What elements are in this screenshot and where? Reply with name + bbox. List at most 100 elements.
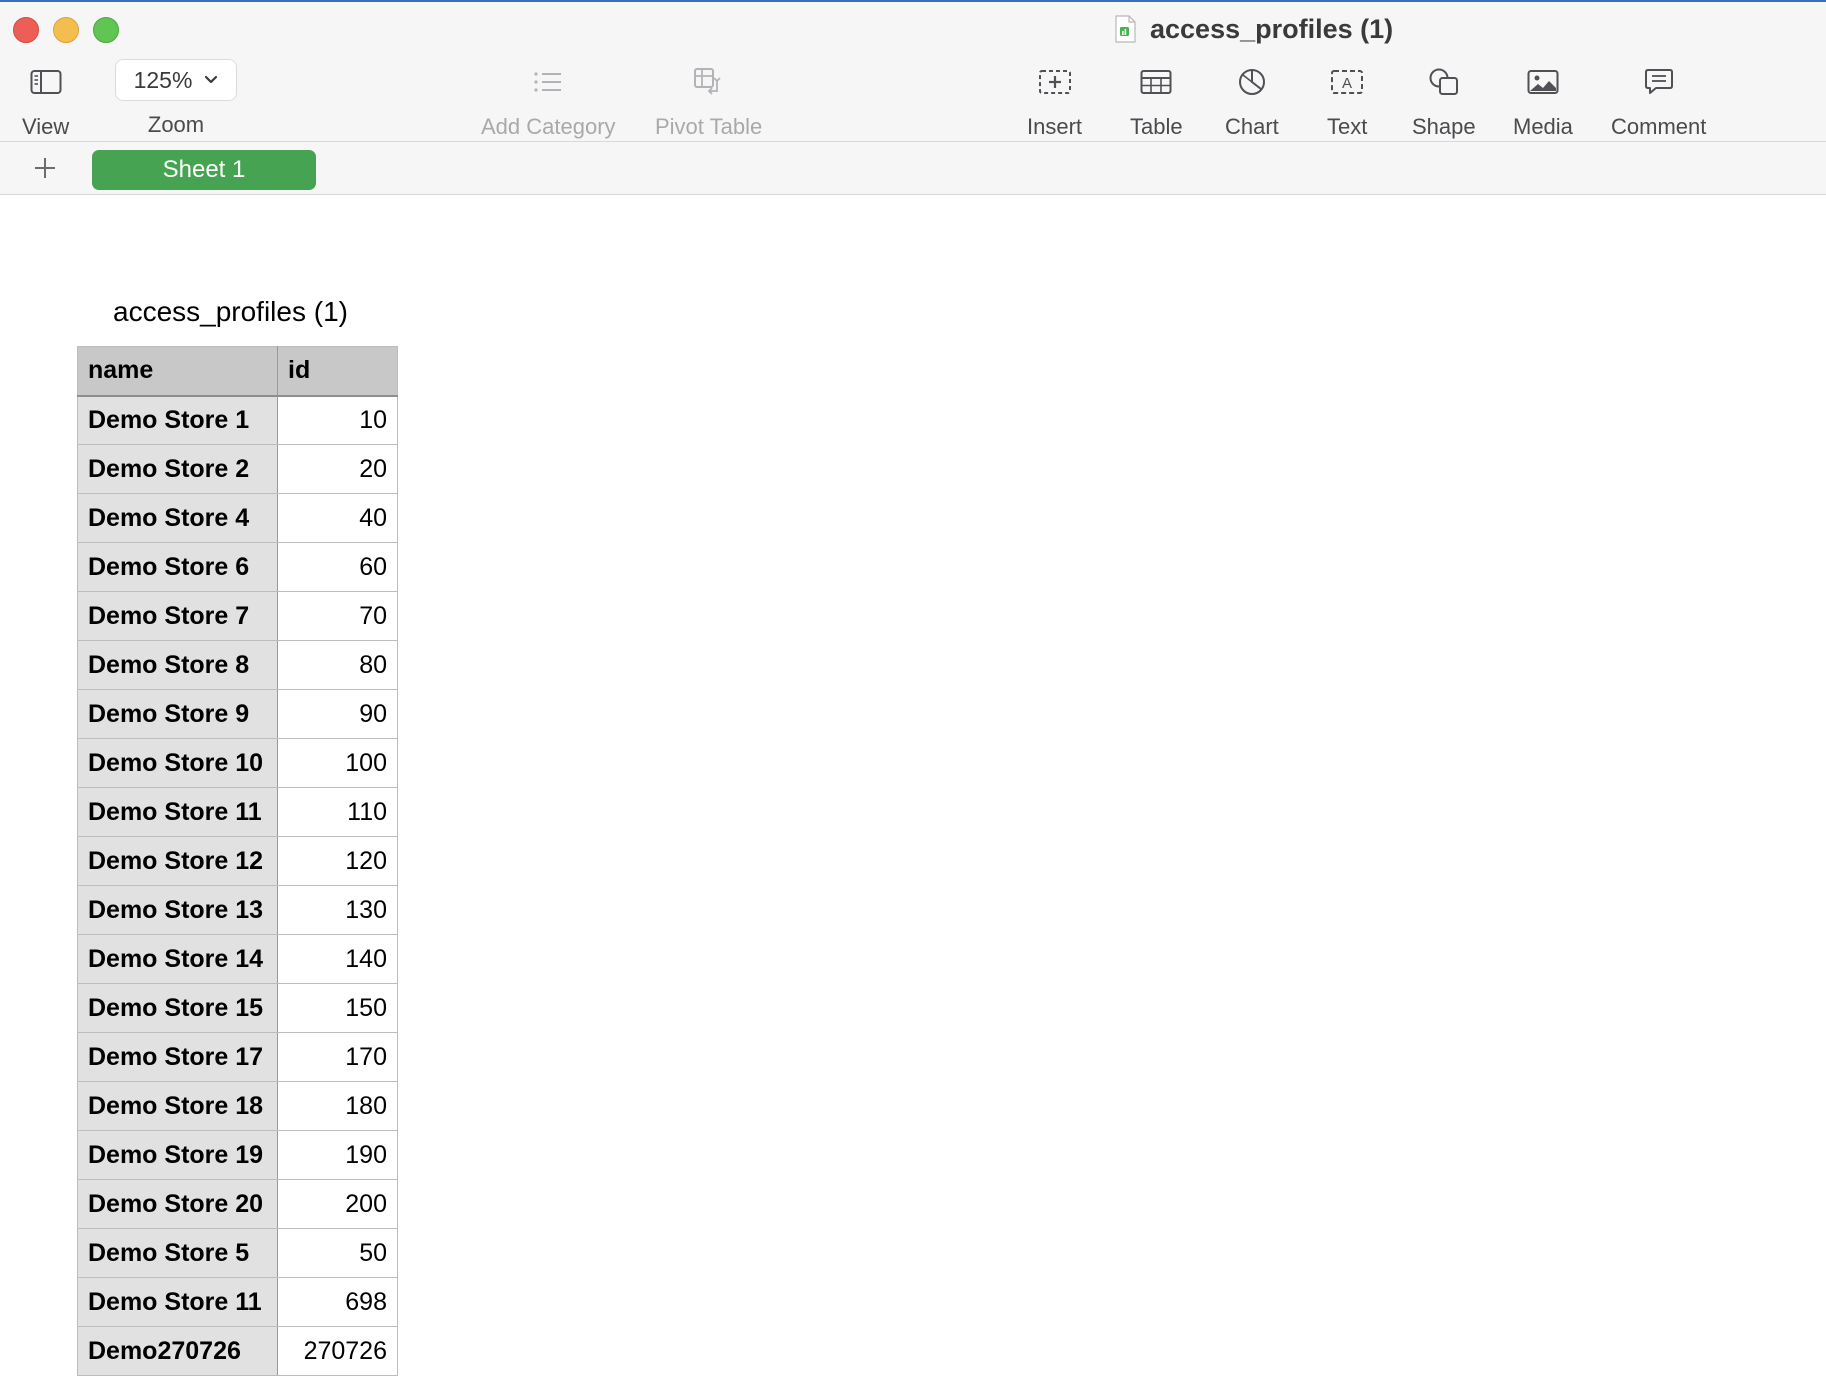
table-row: Demo Store 9 90 [77, 689, 398, 739]
table-row: Demo Store 15 150 [77, 983, 398, 1033]
cell-id[interactable]: 130 [277, 885, 398, 935]
table-icon [1140, 70, 1172, 94]
cell-name[interactable]: Demo Store 15 [77, 983, 278, 1033]
cell-id[interactable]: 180 [277, 1081, 398, 1131]
cell-name[interactable]: Demo Store 17 [77, 1032, 278, 1082]
table-row: Demo Store 17 170 [77, 1032, 398, 1082]
window-zoom-button[interactable] [93, 17, 119, 43]
cell-name[interactable]: Demo270726 [77, 1326, 278, 1376]
cell-id[interactable]: 10 [277, 395, 398, 445]
chart-label: Chart [1225, 114, 1279, 139]
cell-id[interactable]: 100 [277, 738, 398, 788]
cell-name[interactable]: Demo Store 14 [77, 934, 278, 984]
toolbar: access_profiles (1) View 125% Zoom Add C… [0, 2, 1826, 141]
cell-id[interactable]: 200 [277, 1179, 398, 1229]
cell-id[interactable]: 60 [277, 542, 398, 592]
chart-button[interactable]: Chart [1225, 60, 1279, 140]
column-header-name[interactable]: name [77, 346, 278, 397]
view-label: View [22, 114, 70, 139]
insert-button[interactable]: Insert [1027, 60, 1082, 140]
window-close-button[interactable] [13, 17, 39, 43]
cell-id[interactable]: 698 [277, 1277, 398, 1327]
cell-name[interactable]: Demo Store 12 [77, 836, 278, 886]
table-row: Demo Store 19 190 [77, 1130, 398, 1180]
media-label: Media [1513, 114, 1573, 139]
data-table[interactable]: name id Demo Store 1 10 Demo Store 2 20 Demo… [77, 346, 398, 1376]
table-row: Demo Store 10 100 [77, 738, 398, 788]
media-button[interactable]: Media [1513, 60, 1573, 140]
cell-name[interactable]: Demo Store 4 [77, 493, 278, 543]
table-row: Demo Store 2 20 [77, 444, 398, 494]
table-title[interactable]: access_profiles (1) [113, 296, 348, 328]
table-row: Demo Store 5 50 [77, 1228, 398, 1278]
cell-name[interactable]: Demo Store 11 [77, 787, 278, 837]
cell-name[interactable]: Demo Store 7 [77, 591, 278, 641]
text-icon-glyph: A [1342, 75, 1352, 92]
table-row: Demo Store 1 10 [77, 395, 398, 445]
zoom-dropdown[interactable]: 125% [115, 59, 237, 101]
cell-name[interactable]: Demo Store 8 [77, 640, 278, 690]
add-category-label: Add Category [481, 114, 616, 139]
cell-id[interactable]: 80 [277, 640, 398, 690]
cell-id[interactable]: 90 [277, 689, 398, 739]
insert-icon [1038, 70, 1071, 94]
table-row: Demo Store 18 180 [77, 1081, 398, 1131]
shape-button[interactable]: Shape [1412, 60, 1476, 140]
photo-icon [1527, 70, 1559, 94]
list-icon [534, 72, 562, 92]
cell-id[interactable]: 70 [277, 591, 398, 641]
cell-id[interactable]: 150 [277, 983, 398, 1033]
cell-id[interactable]: 50 [277, 1228, 398, 1278]
table-row: Demo Store 6 60 [77, 542, 398, 592]
window-title: access_profiles (1) [1114, 12, 1393, 46]
cell-id[interactable]: 270726 [277, 1326, 398, 1376]
table-button[interactable]: Table [1130, 60, 1183, 140]
window-minimize-button[interactable] [53, 17, 79, 43]
comment-button[interactable]: Comment [1611, 60, 1706, 140]
cell-name[interactable]: Demo Store 5 [77, 1228, 278, 1278]
pivot-table-button[interactable]: Pivot Table [655, 60, 762, 140]
cell-name[interactable]: Demo Store 6 [77, 542, 278, 592]
cell-id[interactable]: 190 [277, 1130, 398, 1180]
sheet-tab-bar: Sheet 1 [0, 141, 1826, 195]
table-row: Demo Store 11 110 [77, 787, 398, 837]
shape-icon [1429, 68, 1458, 95]
cell-id[interactable]: 120 [277, 836, 398, 886]
view-button[interactable]: View [22, 60, 69, 140]
zoom-value: 125% [133, 66, 193, 93]
table-row: Demo Store 13 130 [77, 885, 398, 935]
text-button[interactable]: A Text [1327, 60, 1367, 140]
cell-id[interactable]: 170 [277, 1032, 398, 1082]
cell-id[interactable]: 110 [277, 787, 398, 837]
table-row: Demo Store 4 40 [77, 493, 398, 543]
pivot-table-label: Pivot Table [655, 114, 763, 139]
table-body: Demo Store 1 10 Demo Store 2 20 Demo Store 4… [77, 395, 398, 1376]
cell-name[interactable]: Demo Store 18 [77, 1081, 278, 1131]
table-row: Demo Store 11 698 [77, 1277, 398, 1327]
cell-name[interactable]: Demo Store 2 [77, 444, 278, 494]
cell-name[interactable]: Demo Store 20 [77, 1179, 278, 1229]
cell-name[interactable]: Demo Store 19 [77, 1130, 278, 1180]
column-header-id[interactable]: id [277, 346, 398, 397]
comment-icon [1644, 69, 1673, 94]
sidebar-icon [30, 70, 62, 94]
cell-name[interactable]: Demo Store 11 [77, 1277, 278, 1327]
cell-name[interactable]: Demo Store 1 [77, 395, 278, 445]
text-box-icon: A [1331, 70, 1364, 94]
add-category-button[interactable]: Add Category [481, 60, 616, 140]
cell-id[interactable]: 40 [277, 493, 398, 543]
cell-id[interactable]: 140 [277, 934, 398, 984]
window-title-text: access_profiles (1) [1150, 13, 1394, 44]
add-sheet-button[interactable] [30, 151, 60, 185]
table-row: Demo Store 7 70 [77, 591, 398, 641]
cell-name[interactable]: Demo Store 13 [77, 885, 278, 935]
cell-name[interactable]: Demo Store 10 [77, 738, 278, 788]
sheet-tab-sheet-1[interactable]: Sheet 1 [92, 150, 316, 190]
numbers-document-icon [1115, 15, 1136, 43]
table-row: Demo Store 14 140 [77, 934, 398, 984]
cell-name[interactable]: Demo Store 9 [77, 689, 278, 739]
cell-id[interactable]: 20 [277, 444, 398, 494]
table-row: Demo270726 270726 [77, 1326, 398, 1376]
table-row: Demo Store 8 80 [77, 640, 398, 690]
table-header-row: name id [77, 346, 398, 397]
